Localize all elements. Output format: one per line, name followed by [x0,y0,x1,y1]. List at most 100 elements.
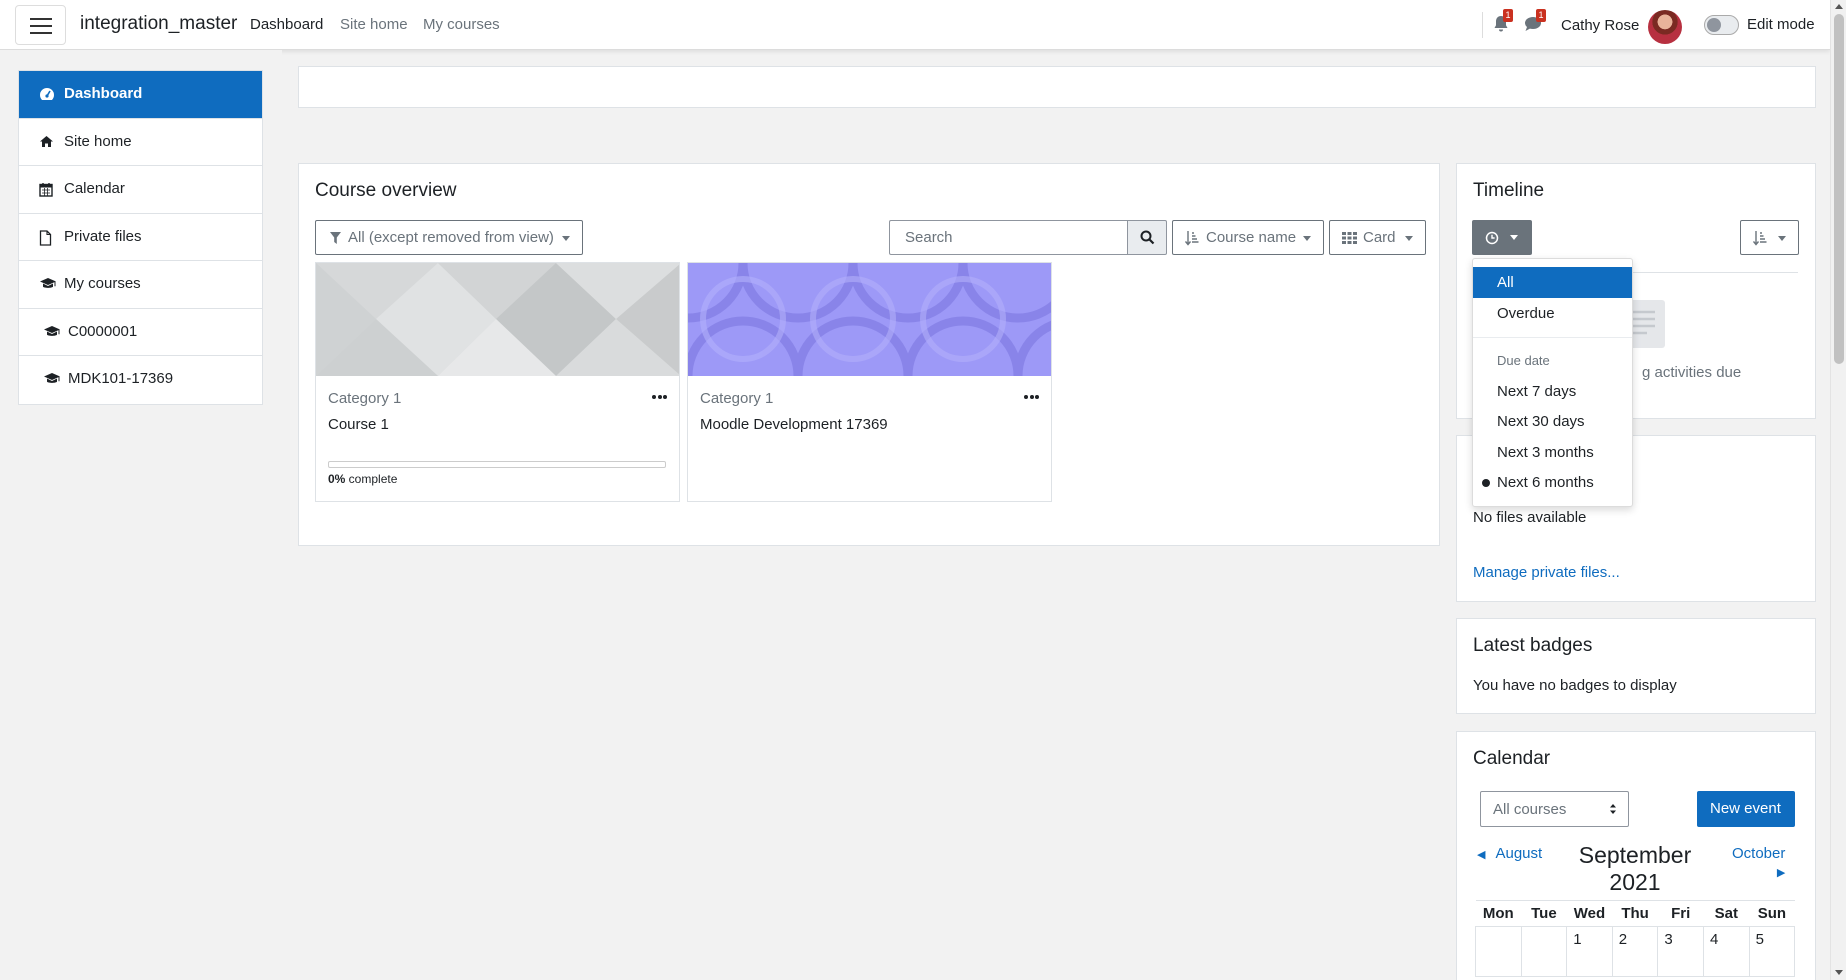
calendar-day[interactable]: 4 [1702,926,1750,977]
course-overview-title: Course overview [315,180,457,201]
course-actions-menu-icon[interactable] [1023,395,1039,399]
user-name[interactable]: Cathy Rose [1561,17,1639,34]
search-button[interactable] [1127,220,1167,255]
timeline-empty-message: g activities due [1642,364,1742,381]
menu-item-next-6-months[interactable]: Next 6 months [1473,467,1632,498]
sort-icon [1185,230,1199,246]
course-search-input[interactable]: Search [889,220,1127,255]
hamburger-line [30,25,52,27]
calendar-day-empty [1475,926,1522,977]
calendar-block: Calendar All courses New event ◀ August S… [1456,731,1816,980]
course-filter-dropdown[interactable]: All (except removed from view) [315,220,583,255]
course-view-dropdown[interactable]: Card [1329,220,1426,255]
drawer-item-dashboard[interactable]: Dashboard [19,71,262,119]
weekday-header: Sun [1749,900,1795,927]
edit-mode-toggle[interactable] [1704,15,1739,35]
calendar-next-month-link[interactable]: October ▶ [1732,845,1785,879]
menu-item-label: Next 6 months [1497,474,1594,491]
drawer-item-course-mdk101[interactable]: MDK101-17369 [19,356,262,404]
no-files-message: No files available [1473,509,1587,526]
progress-percent: 0% [328,472,346,486]
course-actions-menu-icon[interactable] [651,395,667,399]
nav-dashboard[interactable]: Dashboard [250,16,323,33]
course-sort-label: Course name [1206,229,1297,246]
calendar-day[interactable]: 3 [1657,926,1704,977]
calendar-day[interactable]: 1 [1566,926,1613,977]
no-badges-message: You have no badges to display [1473,677,1677,694]
weekday-header: Sat [1703,900,1750,927]
dashboard-icon [39,87,55,101]
timeline-filter-menu: All Overdue Due date Next 7 days Next 30… [1472,258,1633,507]
timeline-title: Timeline [1473,180,1545,201]
weekday-header: Thu [1612,900,1658,927]
graduation-cap-icon [43,372,61,385]
filter-icon [330,232,341,244]
new-event-button[interactable]: New event [1697,791,1795,827]
calendar-day[interactable]: 2 [1611,926,1659,977]
weekday-header: Tue [1521,900,1567,927]
next-month-label: October [1732,845,1786,862]
arrow-right-icon: ▶ [1776,867,1786,879]
file-icon [39,229,52,246]
course-name-link[interactable]: Moodle Development 17369 [700,416,888,433]
course-filter-label: All (except removed from view) [348,229,554,246]
weekday-header: Fri [1657,900,1704,927]
menu-item-overdue[interactable]: Overdue [1473,298,1632,329]
latest-badges-title: Latest badges [1473,635,1593,656]
user-avatar[interactable] [1648,10,1682,44]
clock-icon [1485,231,1499,245]
nav-drawer: Dashboard Site home Calendar Private fil… [0,50,282,980]
menu-item-next-3-months[interactable]: Next 3 months [1473,437,1632,468]
nav-site-home[interactable]: Site home [340,16,408,33]
nav-my-courses[interactable]: My courses [423,16,500,33]
navbar-divider [1482,12,1483,38]
drawer-toggle-button[interactable] [15,5,66,45]
search-placeholder: Search [905,229,953,246]
progress-suffix: complete [345,472,398,486]
site-brand[interactable]: integration_master [80,13,237,35]
chevron-down-icon [1778,236,1786,241]
course-sort-dropdown[interactable]: Course name [1172,220,1324,255]
hamburger-line [30,18,52,20]
hamburger-line [30,32,52,34]
menu-item-next-30-days[interactable]: Next 30 days [1473,406,1632,437]
course-image[interactable] [316,263,679,376]
timeline-filter-button[interactable] [1472,220,1532,255]
sort-icon [1753,230,1767,246]
manage-private-files-link[interactable]: Manage private files... [1473,564,1620,581]
menu-item-all[interactable]: All [1473,267,1632,298]
menu-item-label: Next 30 days [1497,413,1585,430]
calendar-day[interactable]: 5 [1748,926,1796,977]
course-name-link[interactable]: Course 1 [328,416,389,433]
top-navbar: integration_master Dashboard Site home M… [0,0,1830,50]
course-card[interactable]: Category 1 Course 1 0% complete [315,262,680,502]
drawer-item-label: Calendar [64,180,125,197]
calendar-grid: Mon Tue Wed Thu Fri Sat Sun 1 2 3 4 5 [1475,900,1796,977]
scroll-down-arrow-icon[interactable] [1835,970,1843,975]
drawer-item-my-courses[interactable]: My courses [19,261,262,309]
calendar-course-select[interactable]: All courses [1480,791,1629,827]
course-category: Category 1 [700,390,774,407]
latest-badges-block: Latest badges You have no badges to disp… [1456,618,1816,714]
menu-item-label: Next 7 days [1497,383,1577,400]
messages-count-badge: 1 [1536,9,1546,22]
search-icon [1140,230,1155,245]
weekday-header: Wed [1566,900,1613,927]
drawer-item-label: Dashboard [64,85,143,102]
course-image[interactable] [688,263,1051,376]
menu-item-next-7-days[interactable]: Next 7 days [1473,376,1632,407]
page-scrollbar[interactable] [1830,0,1846,980]
drawer-item-private-files[interactable]: Private files [19,214,262,261]
course-overview-block: Course overview All (except removed from… [298,163,1440,546]
drawer-item-course-c0000001[interactable]: C0000001 [19,309,262,356]
drawer-item-label: My courses [64,275,141,292]
timeline-sort-button[interactable] [1740,220,1799,255]
course-view-label: Card [1363,229,1396,246]
drawer-item-site-home[interactable]: Site home [19,119,262,166]
course-card[interactable]: Category 1 Moodle Development 17369 [687,262,1052,502]
scrollbar-thumb[interactable] [1834,14,1844,364]
drawer-item-calendar[interactable]: Calendar [19,166,262,214]
select-arrows-icon [1609,803,1617,815]
scroll-up-arrow-icon[interactable] [1835,4,1843,9]
drawer-item-label: Private files [64,227,142,245]
